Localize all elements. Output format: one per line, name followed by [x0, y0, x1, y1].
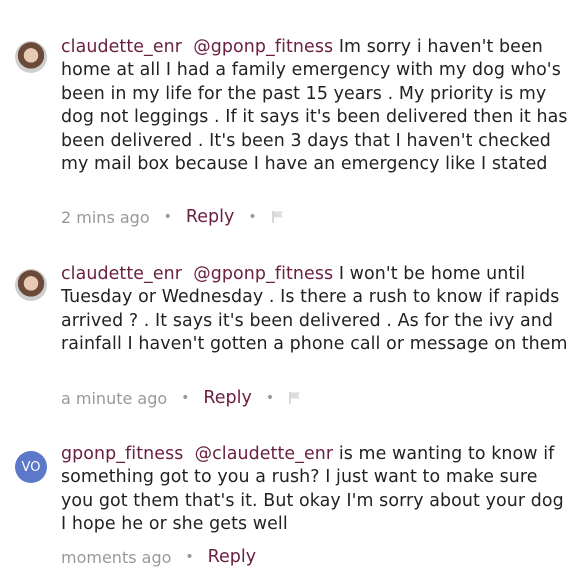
comment-body: claudette_enr @gponp_fitness I won't be …: [61, 263, 571, 357]
separator-dot: •: [163, 209, 172, 225]
comment-timestamp: moments ago: [61, 547, 172, 567]
comment-text: Im sorry i haven't been home at all I ha…: [61, 37, 568, 175]
comment-meta: moments ago • Reply: [61, 547, 256, 567]
flag-icon[interactable]: [288, 391, 302, 405]
reply-button[interactable]: Reply: [186, 207, 234, 227]
comment-username[interactable]: gponp_fitness: [61, 444, 183, 464]
comment-timestamp: 2 mins ago: [61, 207, 150, 227]
comment-mention[interactable]: @gponp_fitness: [193, 37, 333, 57]
comment-mention[interactable]: @gponp_fitness: [193, 264, 333, 284]
comment-item: VO gponp_fitness @claudette_enr is me wa…: [0, 420, 580, 580]
reply-button[interactable]: Reply: [203, 388, 251, 408]
separator-dot: •: [185, 549, 194, 565]
avatar[interactable]: [15, 41, 47, 73]
comment-timestamp: a minute ago: [61, 388, 168, 408]
comment-username[interactable]: claudette_enr: [61, 264, 182, 284]
comment-item: claudette_enr @gponp_fitness I won't be …: [0, 240, 580, 420]
separator-dot: •: [265, 390, 275, 406]
separator-dot: •: [181, 390, 190, 406]
reply-button[interactable]: Reply: [208, 547, 256, 567]
comment-username[interactable]: claudette_enr: [61, 37, 182, 57]
avatar[interactable]: VO: [15, 451, 47, 483]
comment-meta: a minute ago • Reply •: [61, 388, 302, 408]
avatar[interactable]: [15, 269, 47, 301]
comment-item: claudette_enr @gponp_fitness Im sorry i …: [0, 0, 580, 240]
comment-body: gponp_fitness @claudette_enr is me wanti…: [61, 443, 571, 537]
flag-icon[interactable]: [271, 210, 285, 224]
comment-body: claudette_enr @gponp_fitness Im sorry i …: [61, 36, 571, 176]
separator-dot: •: [248, 209, 257, 225]
comment-mention[interactable]: @claudette_enr: [195, 444, 334, 464]
comment-meta: 2 mins ago • Reply •: [61, 207, 285, 227]
